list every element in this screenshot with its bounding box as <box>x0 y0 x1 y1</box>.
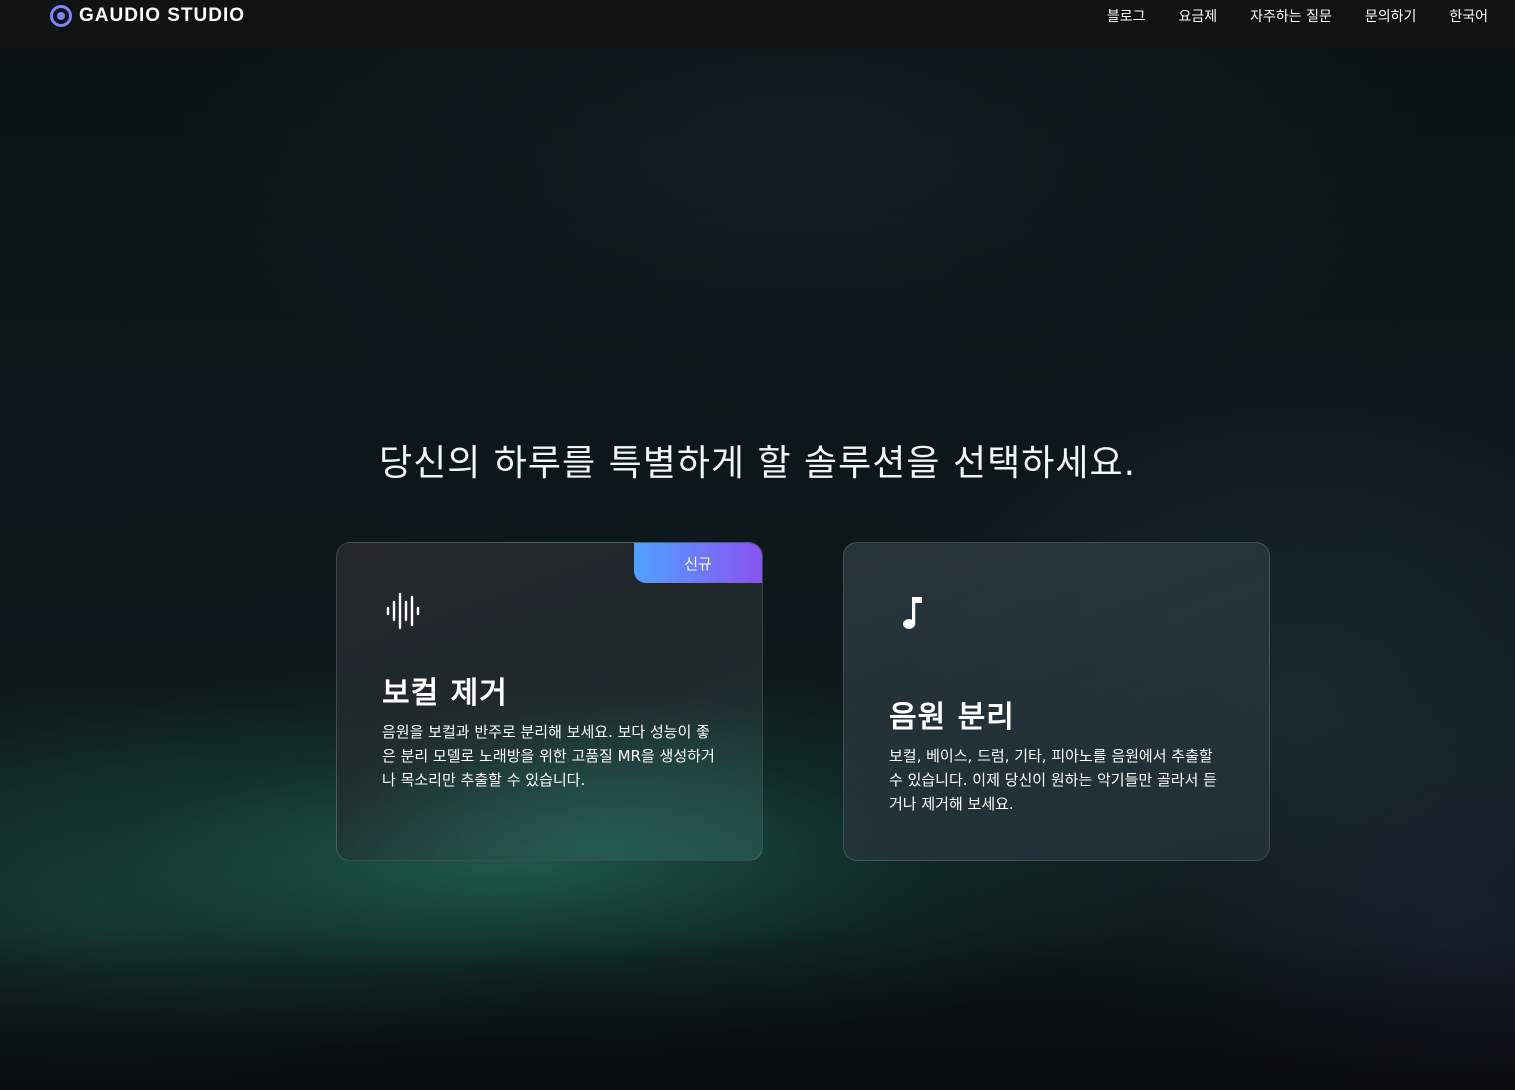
main-nav: 블로그 요금제 자주하는 질문 문의하기 한국어 <box>1107 6 1488 26</box>
stem-separation-description: 보컬, 베이스, 드럼, 기타, 피아노를 음원에서 추출할 수 있습니다. 이… <box>889 747 1217 813</box>
background-shade <box>0 930 1515 1090</box>
stem-separation-title: 음원 분리 <box>889 700 1015 735</box>
top-navigation-bar: GAUDIO STUDIO 블로그 요금제 자주하는 질문 문의하기 한국어 <box>0 0 1515 48</box>
waveform-icon <box>386 592 420 630</box>
nav-faq-link[interactable]: 자주하는 질문 <box>1250 6 1332 26</box>
logo-circle-icon <box>50 5 72 27</box>
vocal-removal-description: 음원을 보컬과 반주로 분리해 보세요. 보다 성능이 좋은 분리 모델로 노래… <box>382 723 715 789</box>
new-badge: 신규 <box>634 543 762 583</box>
nav-blog-link[interactable]: 블로그 <box>1107 6 1146 26</box>
music-note-icon <box>903 597 922 629</box>
stem-separation-card[interactable]: 음원 분리 보컬, 베이스, 드럼, 기타, 피아노를 음원에서 추출할 수 있… <box>843 542 1270 861</box>
brand-name: GAUDIO STUDIO <box>79 5 246 26</box>
language-selector[interactable]: 한국어 <box>1449 6 1488 26</box>
vocal-removal-title: 보컬 제거 <box>382 676 508 711</box>
nav-contact-link[interactable]: 문의하기 <box>1365 6 1417 26</box>
page: GAUDIO STUDIO 블로그 요금제 자주하는 질문 문의하기 한국어 당… <box>0 0 1515 1090</box>
nav-pricing-link[interactable]: 요금제 <box>1178 6 1217 26</box>
page-headline: 당신의 하루를 특별하게 할 솔루션을 선택하세요. <box>378 443 1137 484</box>
vocal-removal-card[interactable]: 신규 보컬 제거 음원을 보컬과 반주로 분리해 보세요. 보다 성능이 좋은 … <box>336 542 763 861</box>
brand-logo[interactable]: GAUDIO STUDIO <box>50 5 245 27</box>
